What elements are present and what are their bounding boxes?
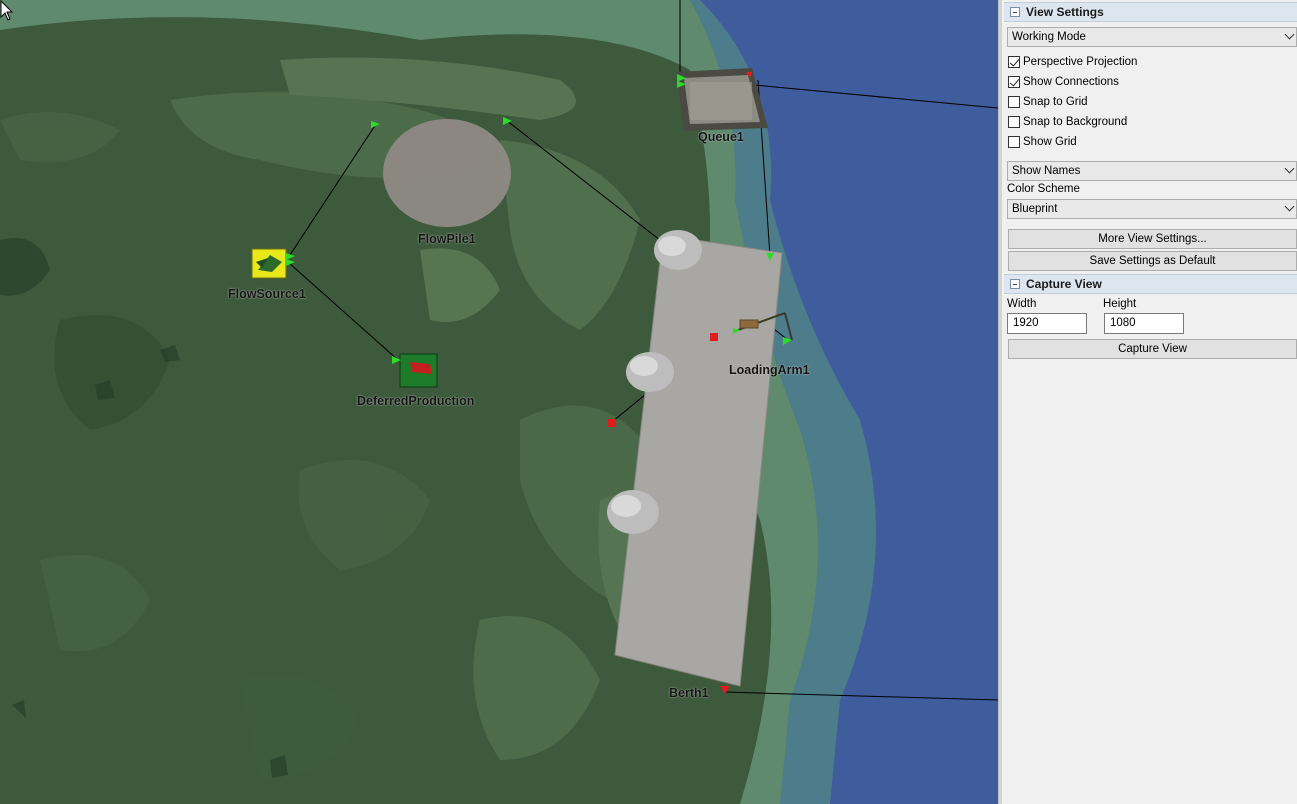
color-scheme-label: Color Scheme: [1007, 183, 1080, 195]
capture-view-header[interactable]: Capture View: [1004, 274, 1297, 294]
checkbox-label: Perspective Projection: [1023, 56, 1138, 68]
checkbox-icon[interactable]: [1008, 56, 1020, 68]
scene-canvas[interactable]: [0, 0, 998, 804]
collapse-icon[interactable]: [1010, 7, 1020, 17]
checkbox-label: Show Grid: [1023, 136, 1077, 148]
loading-arm-label: LoadingArm1: [729, 363, 810, 377]
checkbox-icon[interactable]: [1008, 136, 1020, 148]
checkbox-icon[interactable]: [1008, 96, 1020, 108]
properties-panel: View Settings Working Mode Perspective P…: [1002, 0, 1297, 804]
show-names-value: Show Names: [1012, 165, 1081, 177]
mouse-cursor-icon: [0, 0, 14, 21]
flowpile-label: FlowPile1: [418, 232, 476, 246]
view-settings-title: View Settings: [1026, 5, 1104, 19]
checkbox-icon[interactable]: [1008, 116, 1020, 128]
checkbox-label: Snap to Grid: [1023, 96, 1088, 108]
collapse-icon[interactable]: [1010, 279, 1020, 289]
checkbox-label: Show Connections: [1023, 76, 1119, 88]
berth-label: Berth1: [669, 686, 709, 700]
flowsource-label: FlowSource1: [228, 287, 306, 301]
chevron-down-icon: [1284, 163, 1295, 174]
width-label: Width: [1007, 298, 1037, 310]
checkbox-icon[interactable]: [1008, 76, 1020, 88]
working-mode-dropdown[interactable]: Working Mode: [1007, 27, 1297, 47]
queue-label: Queue1: [698, 130, 744, 144]
flowsource-icon[interactable]: [251, 248, 287, 279]
capture-view-title: Capture View: [1026, 277, 1102, 291]
flowpile-shape[interactable]: [383, 119, 511, 227]
show-names-dropdown[interactable]: Show Names: [1007, 161, 1297, 181]
checkbox-label: Snap to Background: [1023, 116, 1128, 128]
width-input[interactable]: 1920: [1007, 313, 1087, 334]
height-input[interactable]: 1080: [1104, 313, 1184, 334]
height-label: Height: [1103, 298, 1137, 310]
view-settings-header[interactable]: View Settings: [1004, 2, 1297, 22]
3d-viewport[interactable]: FlowPile1 FlowSource1 DeferredProduction…: [0, 0, 998, 804]
color-scheme-value: Blueprint: [1012, 203, 1058, 215]
more-view-settings-button[interactable]: More View Settings...: [1008, 229, 1297, 249]
deferred-production-label: DeferredProduction: [357, 394, 475, 408]
color-scheme-dropdown[interactable]: Blueprint: [1007, 199, 1297, 219]
chevron-down-icon: [1284, 29, 1295, 40]
working-mode-value: Working Mode: [1012, 31, 1086, 43]
capture-view-button[interactable]: Capture View: [1008, 339, 1297, 359]
save-settings-default-button[interactable]: Save Settings as Default: [1008, 251, 1297, 271]
queue-icon[interactable]: [676, 68, 768, 131]
chevron-down-icon: [1284, 201, 1295, 212]
deferred-production-icon[interactable]: [399, 353, 438, 388]
